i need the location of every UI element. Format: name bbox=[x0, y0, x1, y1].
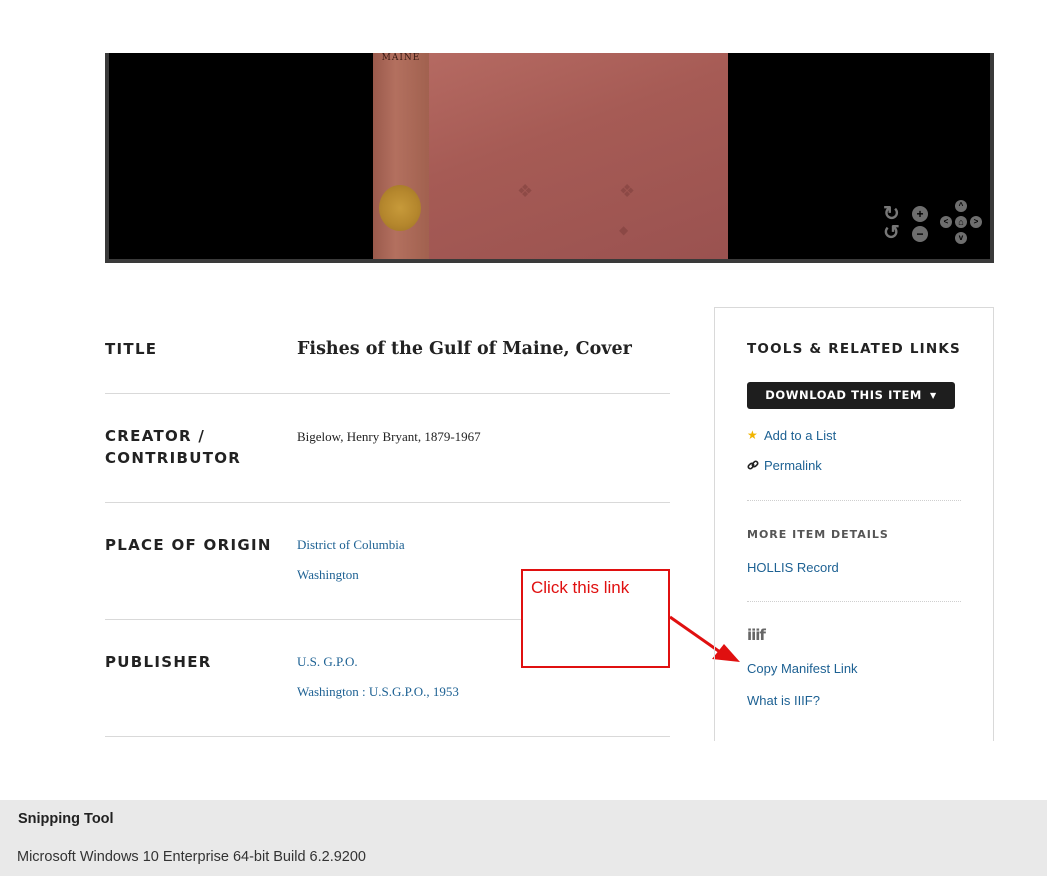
download-button[interactable]: DOWNLOAD THIS ITEM ▼ bbox=[747, 382, 955, 409]
snipping-tool-footer: Snipping Tool Microsoft Windows 10 Enter… bbox=[0, 800, 1047, 876]
footer-title: Snipping Tool bbox=[18, 811, 114, 827]
pan-left-icon[interactable]: < bbox=[940, 216, 952, 228]
sidebar-divider bbox=[747, 601, 961, 602]
footer-subtitle: Microsoft Windows 10 Enterprise 64-bit B… bbox=[17, 849, 366, 865]
star-icon: ★ bbox=[747, 428, 758, 442]
download-button-label: DOWNLOAD THIS ITEM bbox=[765, 388, 922, 402]
home-icon[interactable]: ⌂ bbox=[955, 216, 967, 228]
cover-ornament-bottom: ◆ bbox=[619, 223, 629, 237]
add-to-list-link[interactable]: Add to a List bbox=[764, 428, 836, 443]
title-label: TITLE bbox=[105, 340, 158, 358]
creator-label-line1: CREATOR / bbox=[105, 427, 206, 445]
pan-right-icon[interactable]: > bbox=[970, 216, 982, 228]
annotation-box: Click this link bbox=[521, 569, 670, 668]
item-title: Fishes of the Gulf of Maine, Cover bbox=[297, 339, 632, 359]
publisher-link-washington[interactable]: Washington : U.S.G.P.O., 1953 bbox=[297, 684, 459, 700]
book-spine: MAINE bbox=[373, 53, 429, 259]
book-image: MAINE ❖ ❖ ◆ bbox=[373, 53, 728, 259]
metadata-row-title: TITLE Fishes of the Gulf of Maine, Cover bbox=[105, 307, 670, 394]
cover-ornament-right: ❖ bbox=[619, 181, 636, 201]
caret-down-icon: ▼ bbox=[929, 391, 937, 400]
rotate-left-icon[interactable]: ↺ bbox=[883, 223, 900, 243]
sidebar-divider bbox=[747, 500, 961, 501]
annotation-text: Click this link bbox=[531, 578, 630, 597]
cover-ornament-left: ❖ bbox=[517, 181, 534, 201]
book-cover: ❖ ❖ ◆ bbox=[429, 53, 728, 259]
pan-down-icon[interactable]: v bbox=[955, 232, 967, 244]
rotate-right-icon[interactable]: ↻ bbox=[883, 204, 900, 224]
zoom-out-icon[interactable]: − bbox=[912, 226, 928, 242]
copy-manifest-link[interactable]: Copy Manifest Link bbox=[747, 661, 858, 676]
iiif-logo-icon: iiif bbox=[747, 626, 766, 644]
spine-text: MAINE bbox=[381, 53, 421, 63]
place-label: PLACE OF ORIGIN bbox=[105, 536, 272, 554]
publisher-link-gpo[interactable]: U.S. G.P.O. bbox=[297, 654, 358, 670]
hollis-record-link[interactable]: HOLLIS Record bbox=[747, 560, 839, 575]
pan-up-icon[interactable]: ^ bbox=[955, 200, 967, 212]
place-link-district[interactable]: District of Columbia bbox=[297, 537, 405, 553]
link-icon bbox=[747, 460, 759, 470]
place-link-washington[interactable]: Washington bbox=[297, 567, 359, 583]
image-viewer[interactable]: MAINE ❖ ❖ ◆ ↻ ↺ + − ^ < ⌂ > v bbox=[105, 53, 994, 263]
sidebar-heading: TOOLS & RELATED LINKS bbox=[747, 341, 961, 357]
what-is-iiif-link[interactable]: What is IIIF? bbox=[747, 693, 820, 708]
spine-seal bbox=[379, 185, 421, 231]
publisher-label: PUBLISHER bbox=[105, 653, 212, 671]
tools-sidebar: TOOLS & RELATED LINKS DOWNLOAD THIS ITEM… bbox=[714, 307, 994, 741]
creator-value: Bigelow, Henry Bryant, 1879-1967 bbox=[297, 429, 481, 444]
creator-label-line2: CONTRIBUTOR bbox=[105, 449, 242, 467]
zoom-in-icon[interactable]: + bbox=[912, 206, 928, 222]
metadata-row-creator: CREATOR / CONTRIBUTOR Bigelow, Henry Bry… bbox=[105, 394, 670, 503]
permalink-link[interactable]: Permalink bbox=[764, 458, 822, 473]
more-details-heading: MORE ITEM DETAILS bbox=[747, 528, 889, 541]
